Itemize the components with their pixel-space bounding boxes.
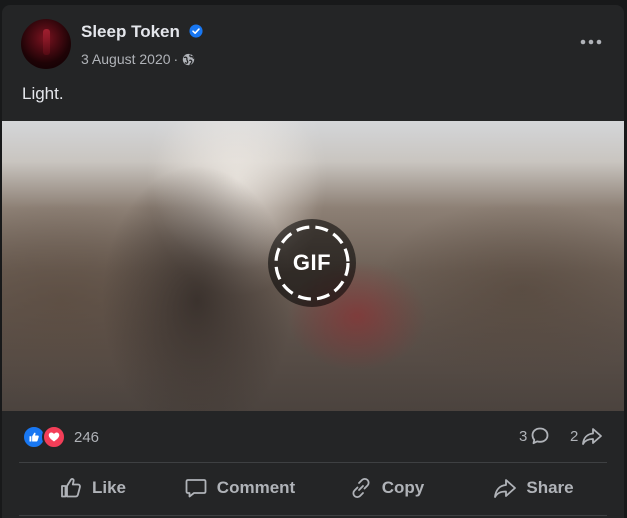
love-reaction-icon <box>42 425 66 449</box>
actions-divider <box>19 515 607 516</box>
reaction-count: 246 <box>74 428 100 446</box>
author-name[interactable]: Sleep Token <box>81 22 180 42</box>
media-figure <box>102 161 292 411</box>
more-options-button[interactable] <box>576 27 606 57</box>
share-count: 2 <box>570 427 579 445</box>
reactions-summary[interactable]: 246 <box>22 425 99 449</box>
comment-count-link[interactable]: 3 <box>519 426 550 446</box>
globe-icon[interactable] <box>182 53 195 66</box>
share-icon <box>582 428 603 445</box>
post-text: Light. <box>22 84 64 103</box>
comment-bubble-icon <box>185 479 207 498</box>
gif-label: GIF <box>292 250 332 275</box>
post-meta: 3 August 2020 · <box>81 51 195 67</box>
share-count-link[interactable]: 2 <box>570 426 603 446</box>
comment-count: 3 <box>519 427 528 445</box>
post-card: Sleep Token 3 August 2020 · Light. GIF 2… <box>2 5 624 518</box>
like-label: Like <box>91 478 127 497</box>
author-avatar[interactable] <box>21 19 71 69</box>
verified-badge-icon <box>189 24 203 38</box>
copy-button[interactable]: Copy <box>313 467 460 509</box>
more-horizontal-icon <box>580 39 602 45</box>
share-arrow-icon <box>494 479 517 498</box>
post-media-gif[interactable]: GIF <box>2 121 624 411</box>
post-date[interactable]: 3 August 2020 <box>81 51 171 67</box>
meta-separator: · <box>173 51 179 67</box>
share-label: Share <box>526 478 574 497</box>
thumbs-up-icon <box>61 478 81 498</box>
copy-label: Copy <box>381 478 425 497</box>
comment-label: Comment <box>216 478 296 497</box>
post-actions-bar: Like Comment Copy Share <box>19 467 607 509</box>
gif-play-button[interactable]: GIF <box>268 219 356 307</box>
comment-button[interactable]: Comment <box>166 467 313 509</box>
link-icon <box>352 477 370 499</box>
stats-divider <box>19 462 607 463</box>
comment-icon <box>531 427 549 445</box>
share-button[interactable]: Share <box>460 467 607 509</box>
like-button[interactable]: Like <box>19 467 166 509</box>
